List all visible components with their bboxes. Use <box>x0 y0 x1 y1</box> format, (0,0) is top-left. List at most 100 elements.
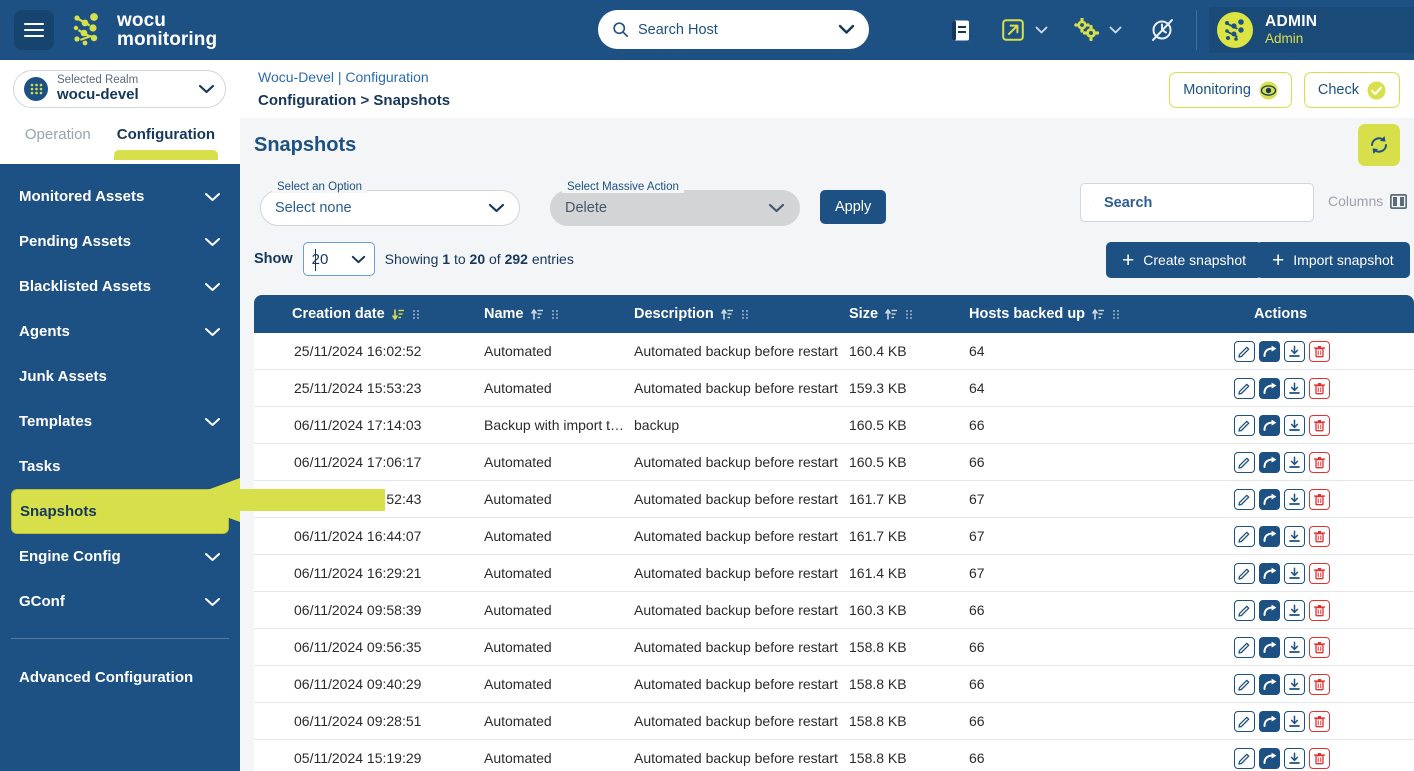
column-header-size[interactable]: Size <box>849 306 969 322</box>
tab-configuration[interactable]: Configuration <box>113 126 219 160</box>
delete-icon[interactable] <box>1309 377 1330 399</box>
sidebar-item-snapshots[interactable]: Snapshots <box>11 489 229 534</box>
user-menu[interactable]: ADMIN Admin <box>1209 7 1414 53</box>
sidebar-item-junk-assets[interactable]: Junk Assets <box>11 354 229 399</box>
restore-icon[interactable] <box>1259 414 1280 436</box>
column-header-hosts-backed-up[interactable]: Hosts backed up <box>969 306 1234 322</box>
restore-icon[interactable] <box>1259 636 1280 658</box>
page-size-select[interactable]: 20 <box>302 242 375 276</box>
sort-asc-icon[interactable] <box>720 308 734 321</box>
restore-icon[interactable] <box>1259 673 1280 695</box>
restore-icon[interactable] <box>1259 562 1280 584</box>
column-header-description[interactable]: Description <box>634 306 849 322</box>
gears-icon[interactable] <box>1068 18 1106 42</box>
sidebar-item-gconf[interactable]: GConf <box>11 579 229 624</box>
delete-icon[interactable] <box>1309 525 1330 547</box>
sort-asc-icon[interactable] <box>885 308 898 321</box>
download-icon[interactable] <box>1284 562 1305 584</box>
download-icon[interactable] <box>1284 414 1305 436</box>
massive-action-select[interactable]: Delete <box>550 190 800 226</box>
table-row[interactable]: 06/11/2024 17:14:03 Backup with import t…… <box>254 407 1414 444</box>
column-header-name[interactable]: Name <box>484 306 634 322</box>
create-snapshot-button[interactable]: + Create snapshot <box>1106 242 1262 278</box>
edit-icon[interactable] <box>1234 414 1255 436</box>
delete-icon[interactable] <box>1309 414 1330 436</box>
hamburger-menu-icon[interactable] <box>14 10 54 50</box>
edit-icon[interactable] <box>1234 636 1255 658</box>
table-row[interactable]: 06/11/2024 09:28:51 Automated Automated ba… <box>254 703 1414 740</box>
download-icon[interactable] <box>1284 636 1305 658</box>
apply-button[interactable]: Apply <box>820 190 887 224</box>
restore-icon[interactable] <box>1259 747 1280 769</box>
restore-icon[interactable] <box>1259 340 1280 362</box>
table-row[interactable]: 06/11/2024 09:56:35 Automated Automated ba… <box>254 629 1414 666</box>
table-row[interactable]: 25/11/2024 16:02:52 Automated Automated ba… <box>254 333 1414 370</box>
restore-icon[interactable] <box>1259 525 1280 547</box>
import-snapshot-button[interactable]: + Import snapshot <box>1256 242 1410 278</box>
delete-icon[interactable] <box>1309 599 1330 621</box>
restore-icon[interactable] <box>1259 599 1280 621</box>
sidebar-item-tasks[interactable]: Tasks <box>11 444 229 489</box>
table-row[interactable]: 06/11/2024 09:40:29 Automated Automated ba… <box>254 666 1414 703</box>
realm-selector[interactable]: Selected Realm wocu-devel <box>13 70 226 108</box>
restore-icon[interactable] <box>1259 488 1280 510</box>
edit-icon[interactable] <box>1234 673 1255 695</box>
column-resize-handle[interactable] <box>741 308 749 321</box>
table-search-input[interactable] <box>1104 194 1301 211</box>
delete-icon[interactable] <box>1309 636 1330 658</box>
sidebar-item-monitored-assets[interactable]: Monitored Assets <box>11 174 229 219</box>
column-header-creation-date[interactable]: Creation date <box>254 306 484 322</box>
edit-icon[interactable] <box>1234 710 1255 732</box>
edit-icon[interactable] <box>1234 340 1255 362</box>
sort-desc-icon[interactable] <box>391 308 405 321</box>
restore-icon[interactable] <box>1259 710 1280 732</box>
download-icon[interactable] <box>1284 673 1305 695</box>
refresh-button[interactable] <box>1358 124 1400 166</box>
sidebar-item-advanced-configuration[interactable]: Advanced Configuration <box>11 655 229 700</box>
option-select[interactable]: Select none <box>260 190 520 226</box>
columns-button[interactable]: Columns <box>1328 193 1408 209</box>
download-icon[interactable] <box>1284 747 1305 769</box>
edit-icon[interactable] <box>1234 525 1255 547</box>
delete-icon[interactable] <box>1309 710 1330 732</box>
edit-icon[interactable] <box>1234 451 1255 473</box>
delete-icon[interactable] <box>1309 451 1330 473</box>
check-button[interactable]: Check <box>1303 72 1400 108</box>
sort-asc-icon[interactable] <box>530 308 544 321</box>
edit-icon[interactable] <box>1234 377 1255 399</box>
delete-icon[interactable] <box>1309 562 1330 584</box>
sidebar-item-agents[interactable]: Agents <box>11 309 229 354</box>
table-row[interactable]: 06/11/2024 09:58:39 Automated Automated ba… <box>254 592 1414 629</box>
table-row[interactable]: 06/11/2024 17:06:17 Automated Automated ba… <box>254 444 1414 481</box>
chevron-down-icon[interactable] <box>1109 26 1122 35</box>
sidebar-item-engine-config[interactable]: Engine Config <box>11 534 229 579</box>
sidebar-item-templates[interactable]: Templates <box>11 399 229 444</box>
edit-icon[interactable] <box>1234 747 1255 769</box>
chevron-down-icon[interactable] <box>1035 26 1048 35</box>
external-link-icon[interactable] <box>994 19 1032 41</box>
download-icon[interactable] <box>1284 340 1305 362</box>
restore-icon[interactable] <box>1259 377 1280 399</box>
download-icon[interactable] <box>1284 377 1305 399</box>
delete-icon[interactable] <box>1309 340 1330 362</box>
restore-icon[interactable] <box>1259 451 1280 473</box>
chevron-down-icon[interactable] <box>838 24 855 35</box>
column-resize-handle[interactable] <box>412 308 420 321</box>
document-icon[interactable] <box>940 19 980 42</box>
download-icon[interactable] <box>1284 451 1305 473</box>
table-row[interactable]: 25/11/2024 15:53:23 Automated Automated ba… <box>254 370 1414 407</box>
search-host-box[interactable] <box>598 10 869 49</box>
sidebar-item-blacklisted-assets[interactable]: Blacklisted Assets <box>11 264 229 309</box>
tab-operation[interactable]: Operation <box>25 126 91 149</box>
delete-icon[interactable] <box>1309 747 1330 769</box>
download-icon[interactable] <box>1284 599 1305 621</box>
table-row[interactable]: 06/11/2024 16:52:43 Automated Automated ba… <box>254 481 1414 518</box>
edit-icon[interactable] <box>1234 562 1255 584</box>
table-row[interactable]: 06/11/2024 16:44:07 Automated Automated ba… <box>254 518 1414 555</box>
edit-icon[interactable] <box>1234 488 1255 510</box>
column-resize-handle[interactable] <box>905 308 913 321</box>
mute-notifications-icon[interactable] <box>1142 17 1182 43</box>
table-row[interactable]: 05/11/2024 15:19:29 Automated Automated ba… <box>254 740 1414 771</box>
sort-asc-icon[interactable] <box>1092 308 1105 321</box>
download-icon[interactable] <box>1284 525 1305 547</box>
